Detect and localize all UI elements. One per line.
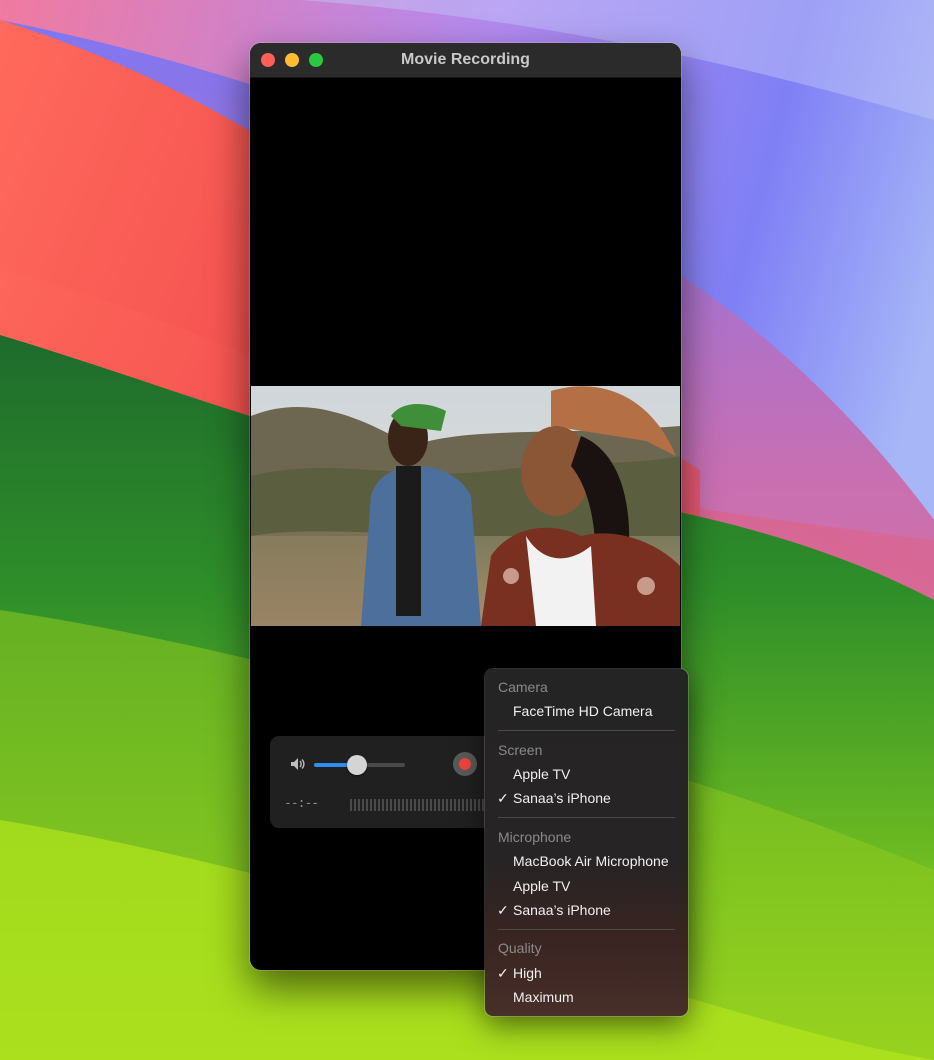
checkmark-icon: ✓ [497, 790, 509, 806]
menu-item-macbook-air-microphone[interactable]: MacBook Air Microphone [490, 850, 683, 872]
options-menu: Camera FaceTime HD Camera Screen Apple T… [485, 669, 688, 1016]
camera-preview [251, 386, 680, 626]
preview-image [251, 386, 680, 626]
menu-item-screen-sanaas-iphone[interactable]: ✓ Sanaa’s iPhone [490, 787, 683, 809]
menu-item-label: Sanaa’s iPhone [513, 902, 611, 918]
menu-item-label: Apple TV [513, 766, 571, 782]
menu-item-quality-high[interactable]: ✓ High [490, 962, 683, 984]
volume-slider-knob[interactable] [346, 755, 367, 775]
elapsed-time: --:-- [284, 796, 319, 811]
menu-header-screen: Screen [498, 742, 543, 758]
menu-item-microphone-apple-tv[interactable]: Apple TV [490, 875, 683, 897]
menu-item-microphone-sanaas-iphone[interactable]: ✓ Sanaa’s iPhone [490, 899, 683, 921]
menu-item-label: Apple TV [513, 878, 571, 894]
menu-header-camera: Camera [498, 679, 548, 695]
menu-item-label: High [513, 965, 542, 981]
menu-separator [498, 817, 675, 818]
menu-separator [498, 730, 675, 731]
menu-item-screen-apple-tv[interactable]: Apple TV [490, 763, 683, 785]
window-title: Movie Recording [401, 51, 530, 68]
menu-header-microphone: Microphone [498, 829, 572, 845]
checkmark-icon: ✓ [497, 965, 509, 981]
checkmark-icon: ✓ [497, 902, 509, 918]
speaker-icon [291, 758, 305, 770]
menu-header-quality: Quality [498, 940, 542, 956]
volume-slider[interactable] [314, 755, 405, 775]
record-button[interactable] [453, 752, 477, 776]
menu-item-facetime-hd-camera[interactable]: FaceTime HD Camera [490, 700, 683, 722]
menu-item-label: FaceTime HD Camera [513, 703, 653, 719]
menu-item-label: MacBook Air Microphone [513, 853, 669, 869]
menu-separator [498, 929, 675, 930]
menu-item-quality-maximum[interactable]: Maximum [490, 986, 683, 1008]
menu-item-label: Sanaa’s iPhone [513, 790, 611, 806]
title-bar[interactable]: Movie Recording [250, 43, 681, 78]
menu-item-label: Maximum [513, 989, 574, 1005]
